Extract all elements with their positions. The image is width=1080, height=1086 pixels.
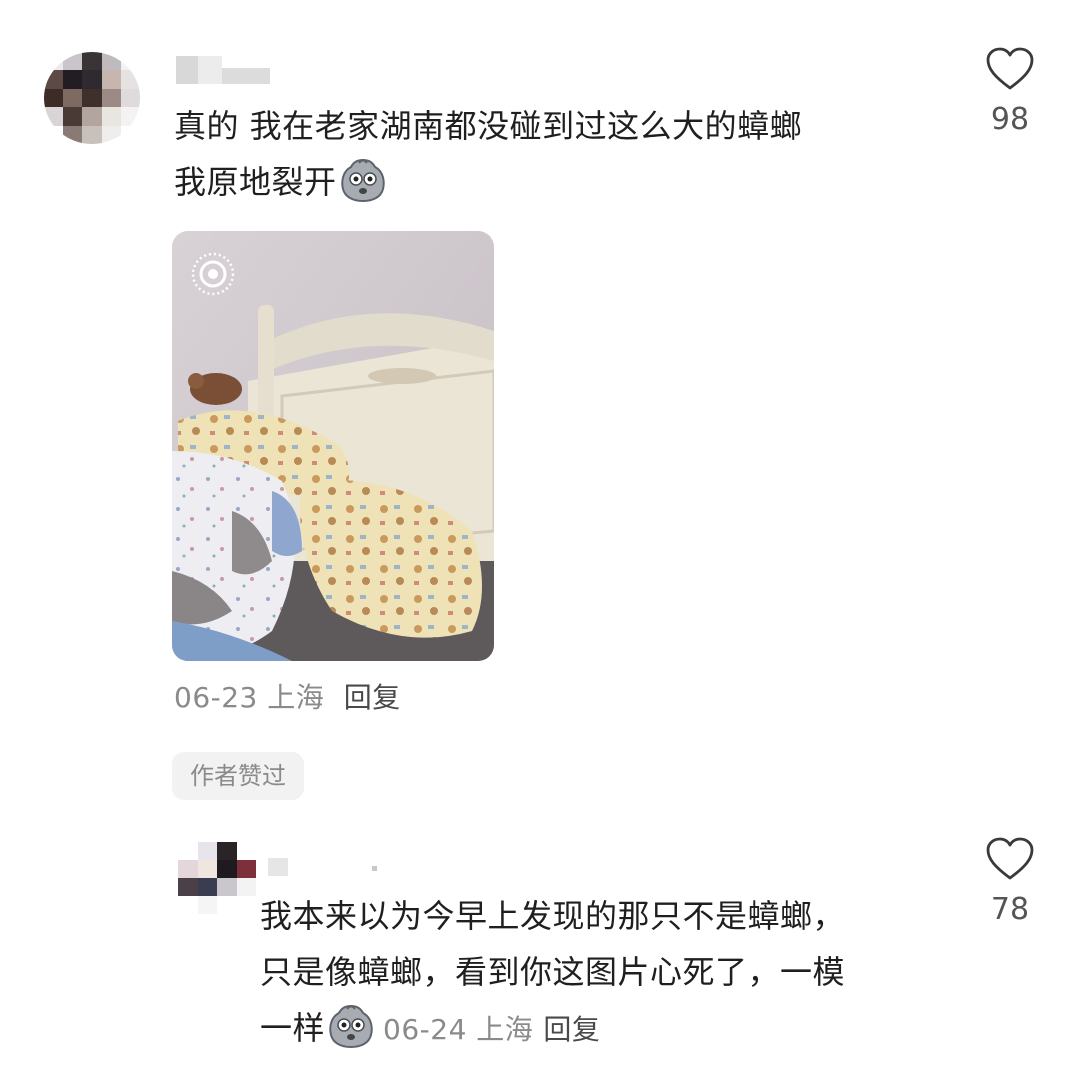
comment-date: 06-24: [383, 1013, 467, 1046]
reply-comment-text: 我本来以为今早上发现的那只不是蟑螂， 只是像蟑螂，看到你这图片心死了，一模 一样…: [260, 888, 960, 1058]
avatar[interactable]: [44, 52, 140, 144]
comment-line: 我原地裂开: [174, 154, 934, 210]
like-button[interactable]: 98: [982, 46, 1038, 137]
author-liked-badge: 作者赞过: [172, 752, 304, 800]
comment-line-text: 我原地裂开: [174, 163, 337, 201]
like-count: 78: [990, 892, 1030, 927]
reply-button[interactable]: 回复: [543, 1013, 600, 1046]
comment-line: 一样 06-24 上海 回复: [260, 1000, 960, 1058]
comment-date: 06-23: [174, 681, 258, 714]
comment-location: 上海: [267, 681, 325, 714]
comment-line-text: 一样: [260, 1009, 326, 1047]
comment-line: 我本来以为今早上发现的那只不是蟑螂，: [260, 897, 846, 935]
like-count: 98: [990, 102, 1030, 137]
shocked-face-emoji-icon: [340, 158, 385, 203]
comment-meta: 06-23 上海 回复: [174, 676, 401, 716]
comment-line: 真的 我在老家湖南都没碰到过这么大的蟑螂: [174, 107, 803, 145]
username-mosaic[interactable]: [176, 56, 270, 84]
comment-photo[interactable]: [172, 231, 494, 661]
comment-line: 只是像蟑螂，看到你这图片心死了，一模: [260, 953, 846, 991]
avatar[interactable]: [178, 842, 256, 914]
comment-location: 上海: [476, 1013, 534, 1046]
comment-text: 真的 我在老家湖南都没碰到过这么大的蟑螂 我原地裂开: [174, 98, 934, 210]
heart-outline-icon: [986, 47, 1034, 90]
username-mosaic-dot: [372, 866, 377, 871]
reply-button[interactable]: 回复: [344, 681, 401, 714]
live-photo-icon: [191, 252, 235, 296]
like-button[interactable]: 78: [982, 836, 1038, 927]
username-mosaic[interactable]: [268, 858, 288, 876]
heart-outline-icon: [986, 837, 1034, 880]
shocked-face-emoji-icon: [329, 1004, 373, 1049]
comment-meta: 06-24 上海 回复: [383, 1013, 600, 1046]
